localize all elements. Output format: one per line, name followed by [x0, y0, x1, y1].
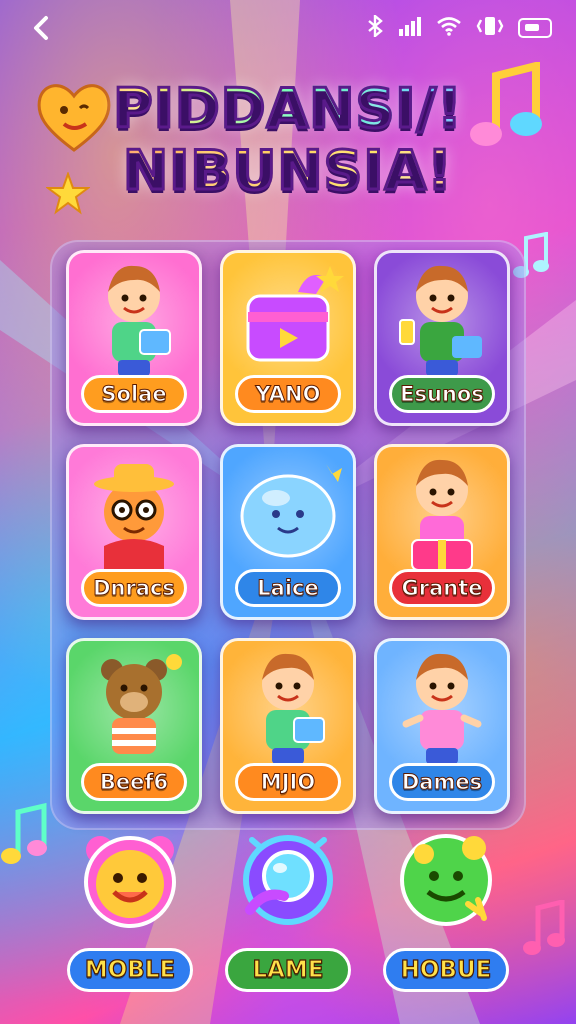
music-note-icon-right [523, 900, 565, 955]
card-label: Grante [389, 569, 495, 607]
game-card[interactable]: Dnracs [66, 444, 202, 620]
status-bar [0, 0, 576, 56]
wifi-icon [436, 16, 462, 40]
game-card[interactable]: Esunos [374, 250, 510, 426]
game-grid: Solae YANO Esunos Dnracs Laice Grante Be… [66, 250, 510, 814]
bottom-item-moble[interactable]: MOBLE [60, 826, 200, 992]
card-label: Laice [235, 569, 341, 607]
card-label: YANO [235, 375, 341, 413]
signal-icon [398, 16, 422, 40]
card-label: Esunos [389, 375, 495, 413]
vibrate-icon [476, 16, 504, 40]
green-smiley-icon [394, 826, 498, 930]
bottom-item-lame[interactable]: LAME [218, 826, 358, 992]
card-art [223, 641, 353, 771]
chevron-left-icon [34, 16, 48, 40]
game-card[interactable]: Dames [374, 638, 510, 814]
game-card[interactable]: Solae [66, 250, 202, 426]
game-card[interactable]: YANO [220, 250, 356, 426]
card-label: Beef6 [81, 763, 187, 801]
bottom-item-hobue[interactable]: HOBUE [376, 826, 516, 992]
ring-icon [236, 826, 340, 930]
bottom-label: MOBLE [67, 948, 193, 992]
music-note-icon-left [1, 802, 47, 864]
card-label: Dnracs [81, 569, 187, 607]
card-art [223, 447, 353, 577]
card-art [69, 641, 199, 771]
card-art [69, 253, 199, 383]
game-card[interactable]: Laice [220, 444, 356, 620]
title-line-1: PIDDANSI/! [0, 76, 576, 141]
card-art [69, 447, 199, 577]
title-line-2: NIBUNSIA! [0, 138, 576, 203]
bottom-menu: MOBLE LAME HOBUE [60, 826, 516, 1006]
game-card[interactable]: MJIO [220, 638, 356, 814]
bottom-label: HOBUE [383, 948, 509, 992]
status-icons [366, 13, 552, 41]
card-label: Dames [389, 763, 495, 801]
card-art [377, 641, 507, 771]
card-art [223, 253, 353, 383]
back-button[interactable] [24, 10, 60, 46]
card-label: MJIO [235, 763, 341, 801]
card-art [377, 253, 507, 383]
card-art [377, 447, 507, 577]
battery-icon [518, 18, 552, 38]
game-card[interactable]: Beef6 [66, 638, 202, 814]
card-label: Solae [81, 375, 187, 413]
bottom-label: LAME [225, 948, 351, 992]
smiley-bear-icon [78, 826, 182, 930]
game-card[interactable]: Grante [374, 444, 510, 620]
page-title: PIDDANSI/! NIBUNSIA! [0, 76, 576, 203]
bluetooth-icon [366, 13, 384, 41]
